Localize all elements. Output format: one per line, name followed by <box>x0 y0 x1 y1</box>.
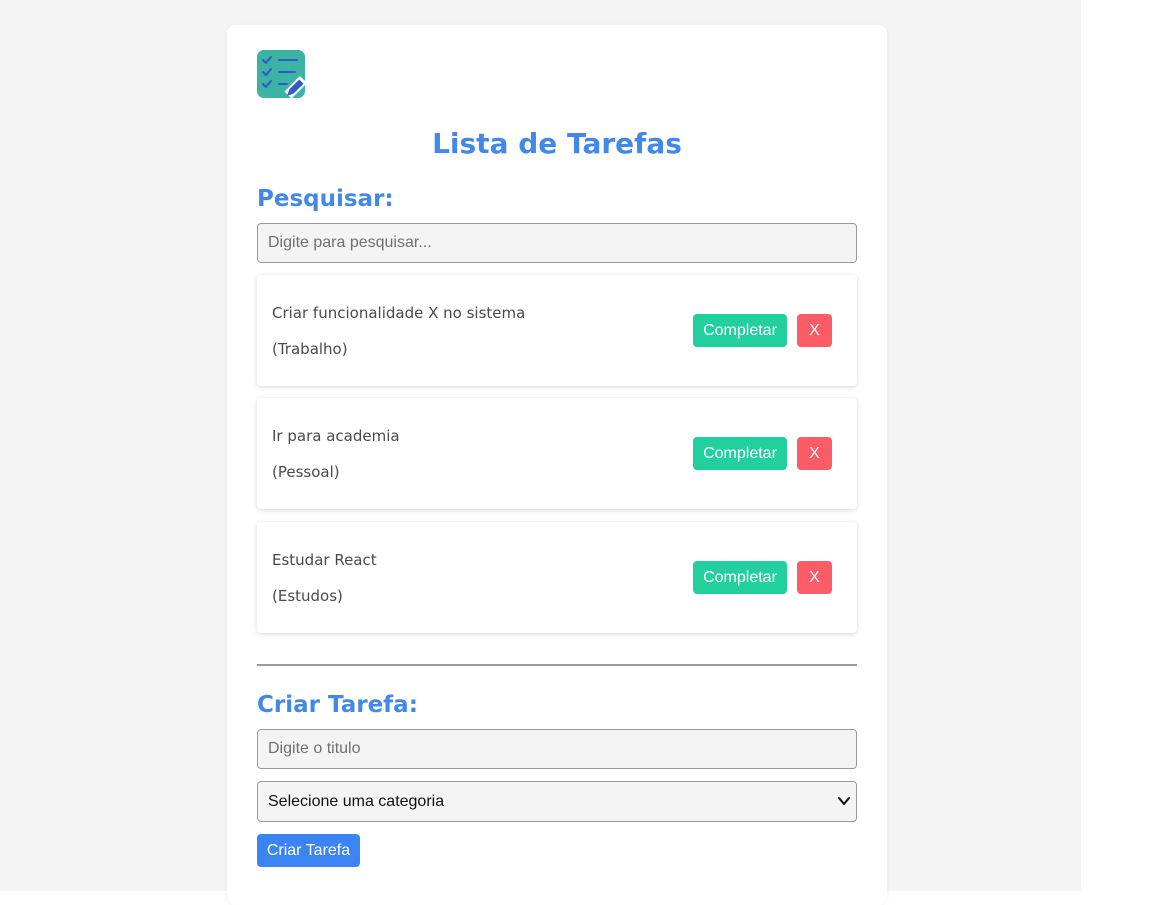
remove-task-button[interactable]: X <box>797 314 832 347</box>
task-item: Ir para academia (Pessoal) Completar X <box>257 398 857 509</box>
section-divider <box>257 664 857 666</box>
search-input[interactable] <box>257 223 857 263</box>
complete-task-button[interactable]: Completar <box>693 561 787 594</box>
task-title: Criar funcionalidade X no sistema <box>272 304 526 322</box>
remove-task-button[interactable]: X <box>797 561 832 594</box>
remove-task-button[interactable]: X <box>797 437 832 470</box>
task-item: Estudar React (Estudos) Completar X <box>257 522 857 633</box>
search-heading: Pesquisar: <box>257 186 394 212</box>
checklist-pencil-icon <box>257 50 305 98</box>
complete-task-button[interactable]: Completar <box>693 314 787 347</box>
page-title: Lista de Tarefas <box>432 127 682 160</box>
todo-app-card: Lista de Tarefas Pesquisar: Criar funcio… <box>227 25 887 905</box>
task-title-input[interactable] <box>257 729 857 769</box>
task-title: Estudar React <box>272 551 377 569</box>
complete-task-button[interactable]: Completar <box>693 437 787 470</box>
task-title: Ir para academia <box>272 427 400 445</box>
category-select[interactable]: Selecione uma categoria <box>257 781 857 822</box>
task-category: (Pessoal) <box>272 463 340 481</box>
task-item: Criar funcionalidade X no sistema (Traba… <box>257 275 857 386</box>
page-background: Lista de Tarefas Pesquisar: Criar funcio… <box>0 0 1081 905</box>
task-category: (Estudos) <box>272 587 343 605</box>
task-category: (Trabalho) <box>272 340 348 358</box>
create-task-button[interactable]: Criar Tarefa <box>257 834 360 867</box>
create-task-heading: Criar Tarefa: <box>257 692 418 718</box>
